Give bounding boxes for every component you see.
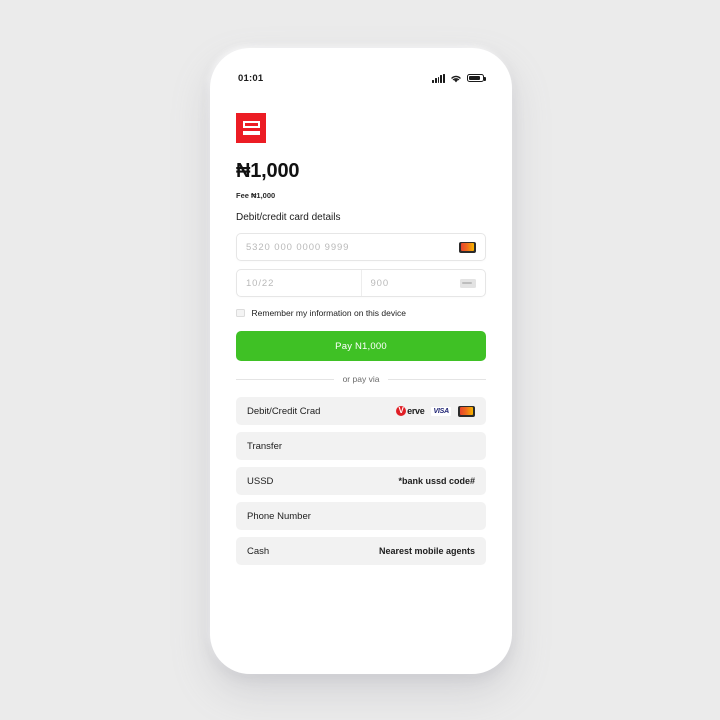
status-bar: 01:01 [220, 65, 502, 91]
phone-screen: 01:01 ₦1,000 Fee ₦1,000 Debit/credit car… [220, 57, 502, 665]
card-section-title: Debit/credit card details [236, 212, 341, 223]
merchant-logo-bar [242, 131, 260, 135]
expiry-input[interactable]: 10/22 [246, 278, 352, 289]
merchant-logo [236, 113, 266, 143]
option-label: Cash [247, 545, 270, 557]
remember-info-checkbox[interactable] [236, 308, 245, 318]
mastercard-icon [459, 241, 476, 253]
verve-icon: V erve [396, 406, 425, 416]
or-pay-via-divider: or pay via [236, 374, 487, 384]
payment-option-ussd[interactable]: USSD *bank ussd code# [236, 467, 486, 495]
expiry-field[interactable]: 10/22 [237, 270, 361, 296]
mastercard-icon [458, 405, 475, 417]
divider-line-right [388, 378, 487, 380]
verve-label: erve [407, 406, 425, 416]
payment-fee: Fee ₦1,000 [236, 191, 276, 200]
option-label: Debit/Credit Crad [247, 405, 321, 417]
divider-line-left [236, 378, 334, 380]
pay-button[interactable]: Pay N1,000 [236, 331, 486, 361]
battery-icon [467, 73, 486, 83]
signal-bars-icon [432, 73, 445, 83]
cvv-input[interactable]: 900 [371, 278, 461, 289]
option-label: Phone Number [247, 510, 311, 522]
verve-letter: V [396, 406, 407, 416]
card-number-field[interactable]: 5320 000 0000 9999 [236, 233, 486, 261]
visa-icon: VISA [431, 406, 451, 416]
cvv-card-icon[interactable] [460, 278, 476, 288]
remember-info-label: Remember my information on this device [251, 308, 406, 318]
cvv-field[interactable]: 900 [360, 270, 486, 296]
payment-content: ₦1,000 Fee ₦1,000 Debit/credit card deta… [220, 113, 502, 565]
status-bar-indicators [432, 73, 486, 83]
option-label: Transfer [247, 440, 283, 452]
payment-options-list: Debit/Credit Crad V erve VISA Transfer U… [236, 397, 486, 565]
remember-info-row[interactable]: Remember my information on this device [236, 308, 486, 318]
phone-device-frame: 01:01 ₦1,000 Fee ₦1,000 Debit/credit car… [210, 48, 512, 674]
merchant-logo-box [242, 121, 260, 129]
payment-option-debit-credit-card[interactable]: Debit/Credit Crad V erve VISA [236, 397, 486, 425]
screenshot-stage: 01:01 ₦1,000 Fee ₦1,000 Debit/credit car… [0, 0, 720, 720]
wifi-icon [450, 74, 462, 83]
option-meta: *bank ussd code# [398, 476, 475, 486]
payment-option-phone-number[interactable]: Phone Number [236, 502, 486, 530]
card-number-input[interactable]: 5320 000 0000 9999 [246, 242, 459, 253]
option-meta: Nearest mobile agents [378, 546, 475, 556]
payment-amount: ₦1,000 [236, 160, 300, 182]
divider-label: or pay via [342, 374, 380, 384]
payment-option-cash[interactable]: Cash Nearest mobile agents [236, 537, 486, 565]
payment-option-transfer[interactable]: Transfer [236, 432, 486, 460]
expiry-cvv-row: 10/22 900 [236, 269, 486, 297]
option-label: USSD [247, 475, 274, 487]
status-bar-time: 01:01 [238, 72, 264, 84]
card-brand-logos: V erve VISA [396, 405, 475, 417]
